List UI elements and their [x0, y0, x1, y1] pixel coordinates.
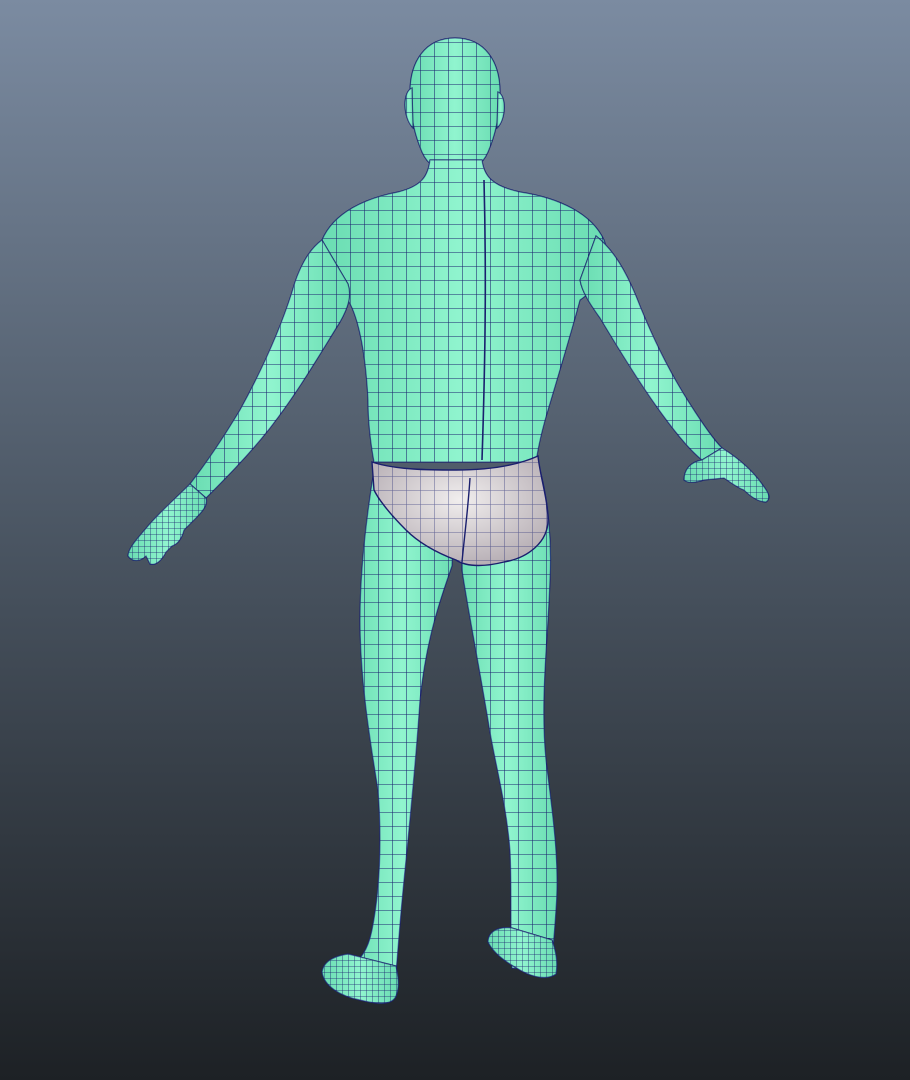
viewport-canvas[interactable] [0, 0, 910, 1080]
3d-viewport[interactable] [0, 0, 910, 1080]
wireframe-overlay [410, 38, 500, 172]
head-mesh [409, 37, 501, 173]
